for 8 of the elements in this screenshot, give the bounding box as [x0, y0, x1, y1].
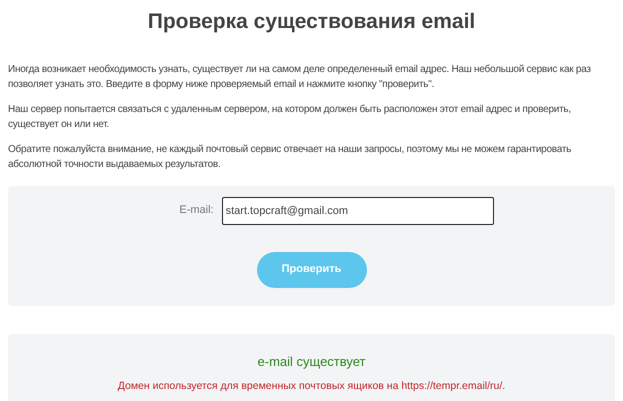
email-label: E-mail:: [179, 203, 214, 218]
paragraph: Наш сервер попытается связаться с удаленным сервером, на котором должен быть расположен этот email адрес и проверить, существует он или нет.: [8, 102, 572, 132]
paragraph: Обратите пожалуйста внимание, не каждый почтовый сервис отвечает на наши запросы, поэтому мы не можем гарантировать абсолютной точности выдаваемых результатов.: [8, 142, 572, 172]
paragraph: Иногда возникает необходимость узнать, существует ли на самом деле определенный email адрес. Наш небольшой сервис как раз позволяет узнать это. Введите в форму ниже проверяемый email и нажмите кнопку "проверить".: [8, 62, 592, 92]
email-field[interactable]: start.topcraft@gmail.com: [222, 196, 494, 224]
result-note: Домен используется для временных почтовых ящиков на https://tempr.email/ru/.: [118, 379, 506, 394]
result-status: e-mail существует: [258, 352, 366, 371]
page-title: Проверка существования email: [146, 9, 476, 35]
